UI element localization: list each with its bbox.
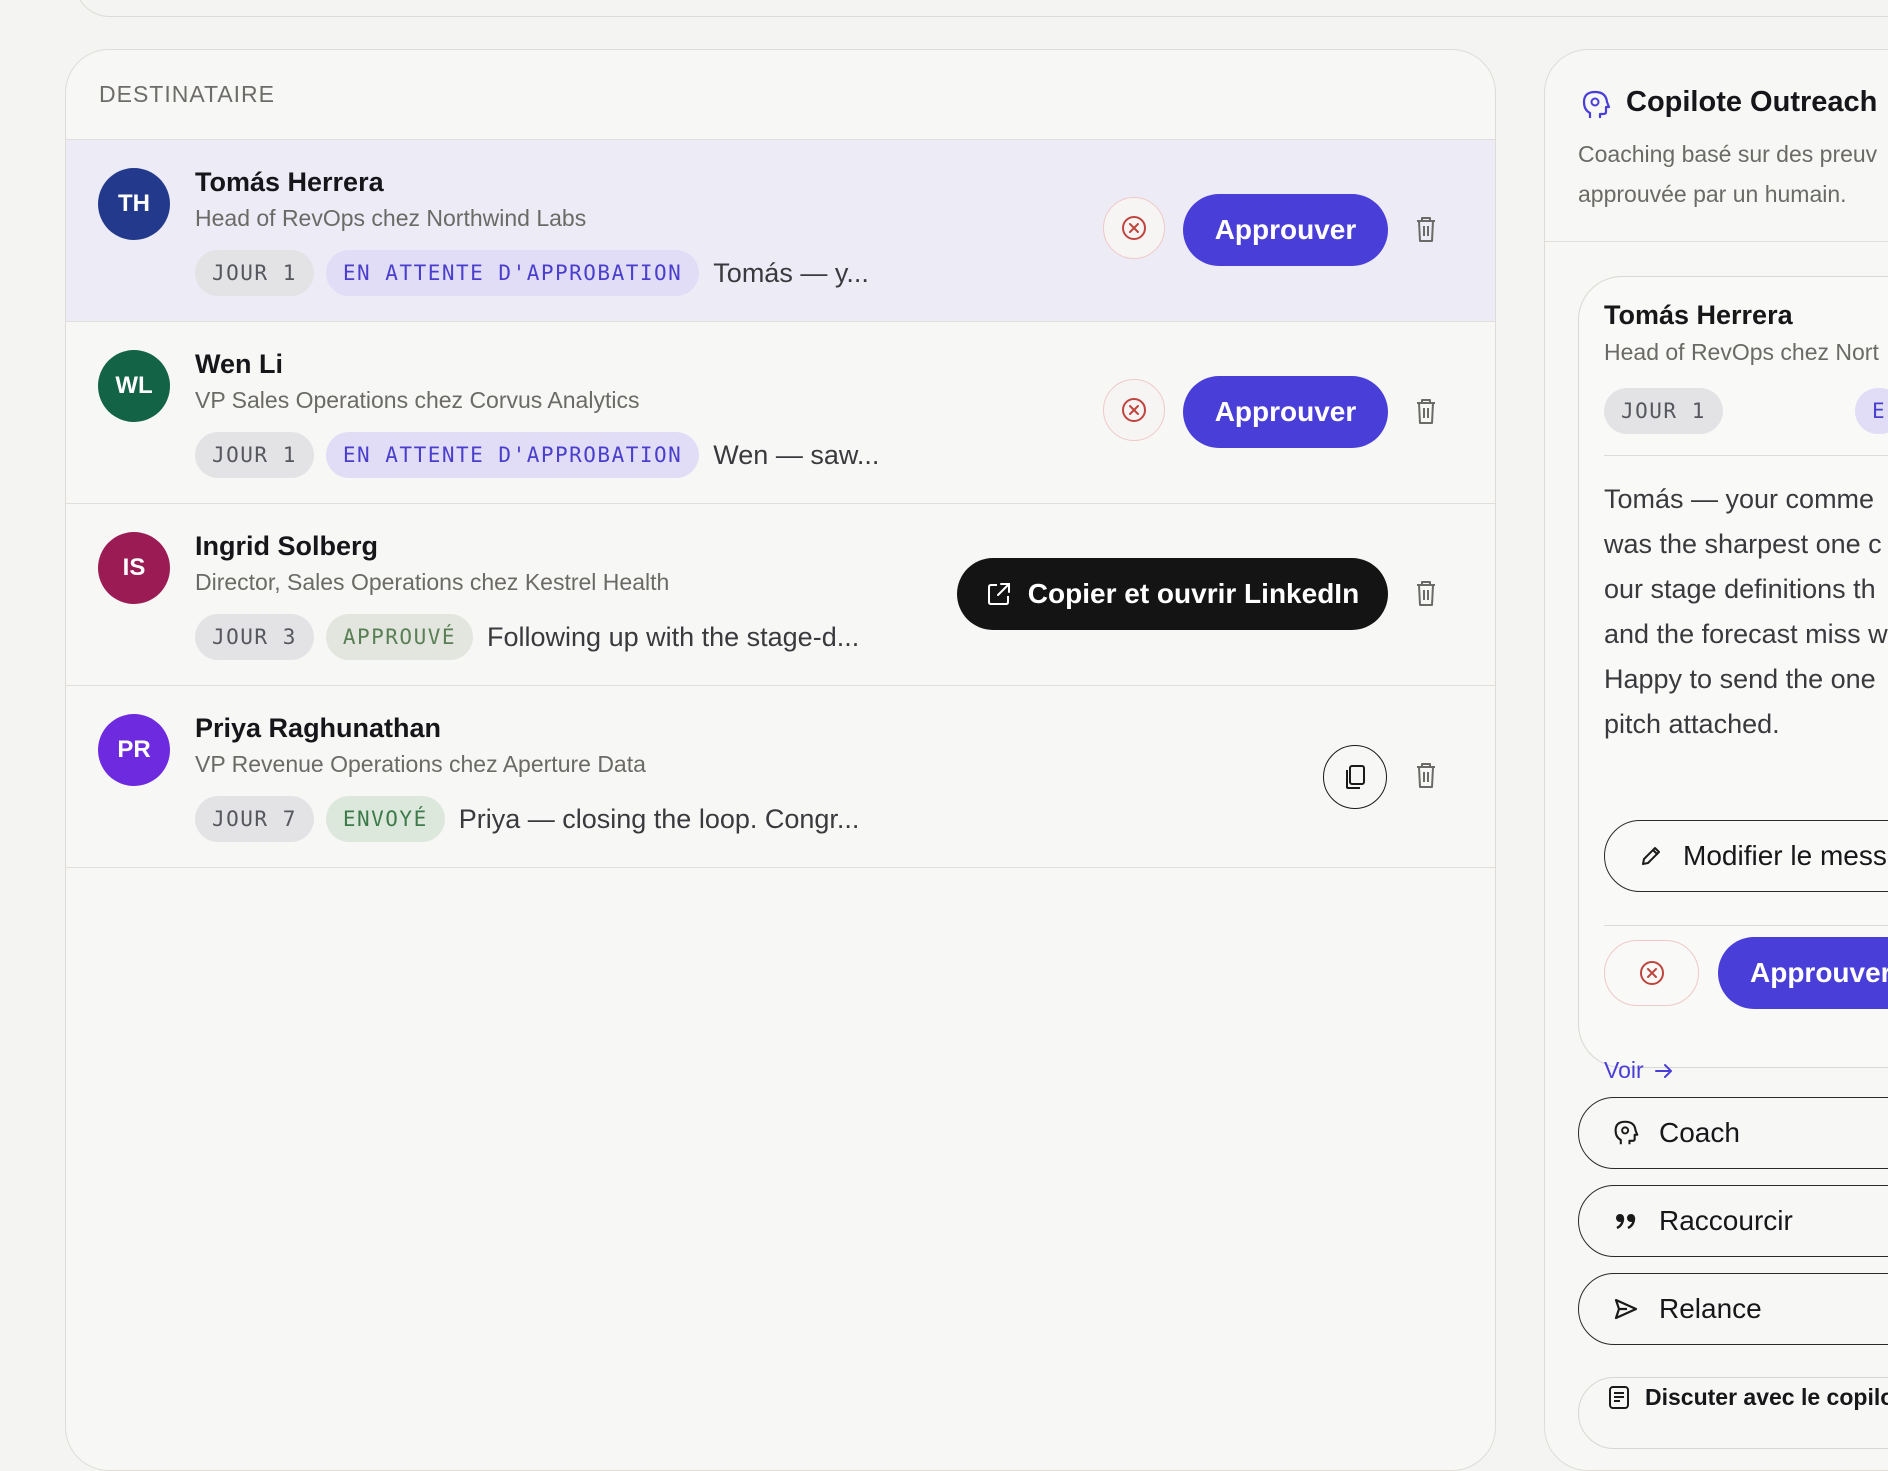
trash-icon[interactable]	[1414, 579, 1438, 607]
message-preview: Wen — saw...	[713, 439, 880, 470]
arrow-right-icon	[1654, 1063, 1672, 1078]
recipient-role: Head of RevOps chez Northwind Labs	[195, 205, 587, 231]
pencil-icon	[1642, 847, 1660, 865]
day-badge: JOUR 7	[195, 796, 314, 842]
follow-up-label: Relance	[1659, 1293, 1762, 1324]
close-circle-icon	[1122, 216, 1146, 240]
external-link-icon	[987, 583, 1010, 605]
trash-icon[interactable]	[1414, 215, 1438, 243]
close-circle-icon	[1122, 398, 1146, 422]
shorten-button[interactable]: Raccourcir	[1578, 1185, 1888, 1257]
approve-button[interactable]: Approuver	[1183, 194, 1388, 266]
avatar: IS	[98, 532, 170, 604]
copilot-panel: Copilote Outreach Coaching basé sur des …	[1544, 49, 1888, 1471]
message-preview: Following up with the stage-d...	[487, 621, 860, 652]
divider	[1604, 925, 1888, 926]
recipient-name: Ingrid Solberg	[195, 531, 379, 561]
draft-recipient-role: Head of RevOps chez Nort	[1604, 339, 1879, 365]
quote-icon	[1616, 1214, 1636, 1230]
copy-open-linkedin-label: Copier et ouvrir LinkedIn	[1027, 578, 1360, 609]
reject-button[interactable]	[1604, 940, 1699, 1006]
recipient-row[interactable]: PR Priya Raghunathan VP Revenue Operatio…	[66, 686, 1495, 868]
recipient-row[interactable]: IS Ingrid Solberg Director, Sales Operat…	[66, 504, 1495, 686]
copy-open-linkedin-button[interactable]: Copier et ouvrir LinkedIn	[957, 558, 1388, 630]
copilot-title: Copilote Outreach	[1626, 86, 1878, 118]
recipient-row[interactable]: TH Tomás Herrera Head of RevOps chez Nor…	[66, 140, 1495, 322]
edit-message-label: Modifier le mess	[1683, 840, 1887, 871]
top-search-bar[interactable]	[74, 0, 1888, 17]
recipient-name: Tomás Herrera	[195, 167, 384, 197]
recipient-role: Director, Sales Operations chez Kestrel …	[195, 569, 670, 595]
status-badge: EN ATTENTE D'APPROBATION	[325, 250, 700, 296]
status-badge: ENVOYÉ	[325, 796, 445, 842]
avatar: TH	[98, 168, 170, 240]
recipient-role: VP Sales Operations chez Corvus Analytic…	[195, 387, 640, 413]
message-preview: Priya — closing the loop. Congr...	[458, 803, 860, 834]
status-badge: EN ATTENTE D'APPROBATION	[325, 432, 700, 478]
day-badge: JOUR 3	[195, 614, 314, 660]
brain-icon	[1582, 90, 1611, 118]
shorten-label: Raccourcir	[1659, 1205, 1793, 1236]
trash-icon[interactable]	[1414, 761, 1438, 789]
brain-icon	[1614, 1120, 1639, 1145]
avatar: WL	[98, 350, 170, 422]
chat-with-copilot-label: Discuter avec le copilo	[1645, 1384, 1888, 1410]
coach-button[interactable]: Coach	[1578, 1097, 1888, 1169]
chat-with-copilot-button[interactable]: Discuter avec le copilo	[1578, 1377, 1888, 1449]
recipients-panel: DESTINATAIRE TH Tomás Herrera Head of Re…	[65, 49, 1496, 1471]
copilot-subtitle: Coaching basé sur des preuv approuvée pa…	[1578, 141, 1878, 207]
divider	[1604, 455, 1888, 456]
close-circle-icon	[1639, 961, 1664, 985]
message-preview: Tomás — y...	[713, 257, 869, 288]
document-icon	[1609, 1386, 1629, 1409]
column-header-recipient: DESTINATAIRE	[66, 50, 1495, 140]
status-badge: E	[1855, 388, 1888, 434]
copy-button[interactable]	[1323, 745, 1387, 809]
approve-button[interactable]: Approuver	[1183, 376, 1388, 448]
view-link[interactable]: Voir	[1604, 1057, 1674, 1084]
day-badge: JOUR 1	[195, 432, 314, 478]
copy-icon	[1346, 765, 1365, 789]
avatar: PR	[98, 714, 170, 786]
edit-message-button[interactable]: Modifier le mess	[1604, 820, 1888, 892]
trash-icon[interactable]	[1414, 397, 1438, 425]
approve-button[interactable]: Approuver	[1718, 937, 1888, 1009]
draft-message-body: Tomás — your comme was the sharpest one …	[1604, 484, 1888, 739]
draft-recipient-name: Tomás Herrera	[1604, 300, 1793, 330]
send-icon	[1614, 1298, 1638, 1320]
day-badge: JOUR 1	[195, 250, 314, 296]
status-badge: APPROUVÉ	[325, 614, 474, 660]
coach-label: Coach	[1659, 1117, 1740, 1148]
recipient-name: Wen Li	[195, 349, 284, 379]
view-link-label: Voir	[1604, 1057, 1644, 1083]
recipient-name: Priya Raghunathan	[195, 713, 442, 743]
reject-button[interactable]	[1103, 379, 1165, 441]
recipient-row[interactable]: WL Wen Li VP Sales Operations chez Corvu…	[66, 322, 1495, 504]
reject-button[interactable]	[1103, 197, 1165, 259]
draft-card: Tomás Herrera Head of RevOps chez Nort J…	[1578, 276, 1888, 1083]
recipient-role: VP Revenue Operations chez Aperture Data	[195, 751, 646, 777]
follow-up-button[interactable]: Relance	[1578, 1273, 1888, 1345]
day-badge: JOUR 1	[1604, 388, 1723, 434]
copilot-header: Copilote Outreach Coaching basé sur des …	[1545, 50, 1888, 242]
